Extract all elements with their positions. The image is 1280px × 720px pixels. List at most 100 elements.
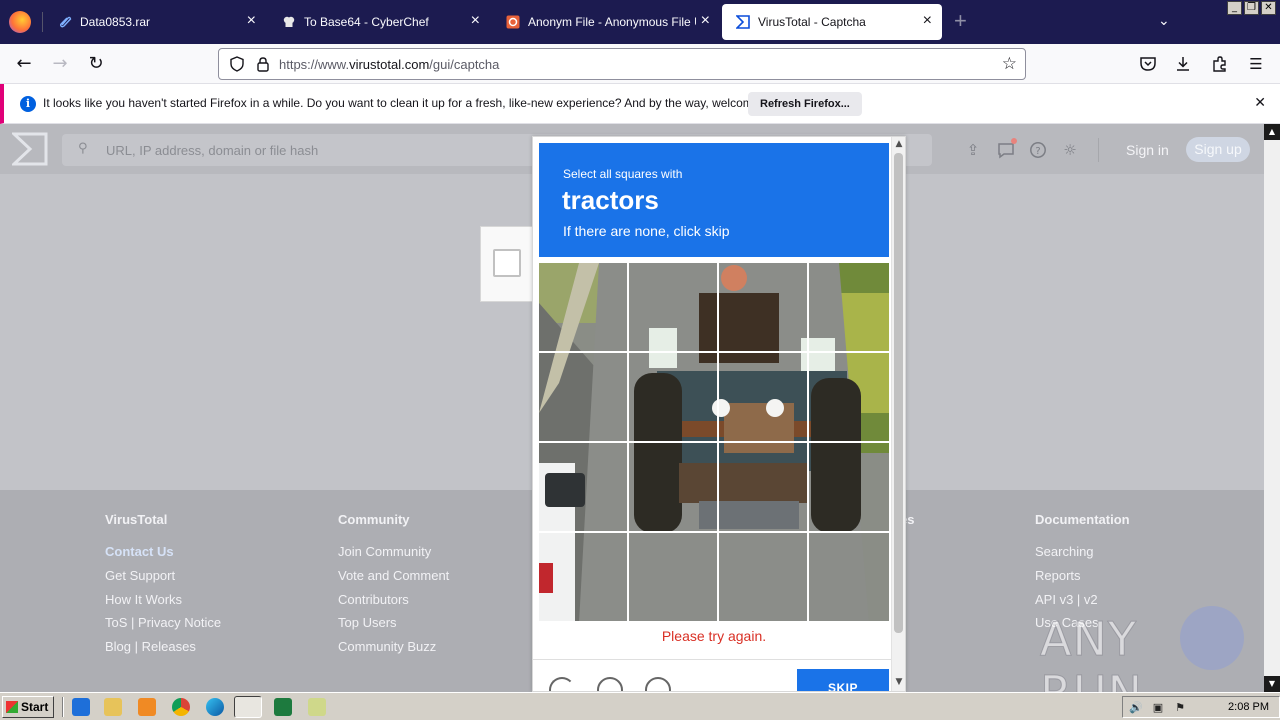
address-bar[interactable]: https://www.virustotal.com/gui/captcha ☆ xyxy=(218,48,1026,80)
captcha-scroll-up-icon[interactable]: ▲ xyxy=(893,139,905,149)
firefox-taskbar-icon[interactable] xyxy=(234,696,262,718)
captcha-prompt: Select all squares with xyxy=(563,167,683,181)
lock-icon[interactable] xyxy=(255,56,271,72)
footer-link-get-support[interactable]: Get Support xyxy=(105,568,175,583)
header-divider xyxy=(1098,138,1099,162)
volume-icon[interactable]: 🔊 xyxy=(1129,701,1143,714)
windows-taskbar: Start 🔊 ▣ ⚑ 2:08 PM xyxy=(0,692,1280,720)
tab-cyberchef[interactable]: To Base64 - CyberChef × xyxy=(268,4,490,40)
downloads-icon[interactable] xyxy=(1174,55,1192,73)
captcha-tile-r3-c4[interactable] xyxy=(809,443,889,533)
footer-link-blog-releases[interactable]: Blog | Releases xyxy=(105,639,196,654)
tab-virustotal-captcha[interactable]: VirusTotal - Captcha × xyxy=(722,4,942,40)
tab-label: Data0853.rar xyxy=(80,15,151,29)
info-help-icon[interactable] xyxy=(645,677,671,691)
reload-icon[interactable]: ↻ xyxy=(84,52,108,76)
close-tab-icon[interactable]: × xyxy=(471,13,480,29)
captcha-tile-r3-c3[interactable] xyxy=(719,443,809,533)
captcha-tile-r2-c1[interactable] xyxy=(539,353,629,443)
sign-in-link[interactable]: Sign in xyxy=(1126,142,1169,158)
footer-link-vote-comment[interactable]: Vote and Comment xyxy=(338,568,449,583)
captcha-tile-r3-c1[interactable] xyxy=(539,443,629,533)
footer-link-api[interactable]: API v3 | v2 xyxy=(1035,592,1098,607)
captcha-tile-r1-c3[interactable] xyxy=(719,263,809,353)
taskbar-clock: 2:08 PM xyxy=(1228,701,1269,713)
list-all-tabs-chevron-icon[interactable]: ⌄ xyxy=(1158,12,1170,29)
hamburger-menu-icon[interactable]: ☰ xyxy=(1247,55,1265,73)
captcha-tile-r1-c1[interactable] xyxy=(539,263,629,353)
tracking-shield-icon[interactable] xyxy=(229,56,245,72)
edge-icon[interactable] xyxy=(206,698,224,716)
chrome-icon[interactable] xyxy=(172,698,190,716)
minimize-icon[interactable]: _ xyxy=(1227,1,1242,15)
folder-icon[interactable] xyxy=(104,698,122,716)
page-scrollbar[interactable]: ▲ ▼ xyxy=(1264,124,1280,692)
forward-arrow-icon[interactable]: → xyxy=(48,52,72,76)
info-icon: i xyxy=(20,96,36,112)
reload-challenge-icon[interactable] xyxy=(549,677,575,691)
captcha-tile-r4-c2[interactable] xyxy=(629,533,719,621)
captcha-tile-r4-c4[interactable] xyxy=(809,533,889,621)
close-notification-icon[interactable]: ✕ xyxy=(1254,95,1266,111)
grid-line-horizontal xyxy=(539,441,889,443)
close-tab-icon[interactable]: × xyxy=(701,13,710,29)
footer-link-contact-us[interactable]: Contact Us xyxy=(105,544,174,559)
captcha-tile-r4-c3[interactable] xyxy=(719,533,809,621)
scroll-down-arrow-icon[interactable]: ▼ xyxy=(1264,676,1280,692)
captcha-challenge: Select all squares with tractors If ther… xyxy=(532,136,906,692)
media-player-icon[interactable] xyxy=(138,698,156,716)
back-arrow-icon[interactable]: ← xyxy=(12,52,36,76)
network-icon[interactable]: ▣ xyxy=(1151,701,1165,714)
notepad-icon[interactable] xyxy=(308,698,326,716)
internet-explorer-icon[interactable] xyxy=(72,698,90,716)
captcha-tile-r1-c4[interactable] xyxy=(809,263,889,353)
tab-label: To Base64 - CyberChef xyxy=(304,15,429,29)
close-tab-icon[interactable]: × xyxy=(247,13,256,29)
captcha-checkbox[interactable] xyxy=(493,249,521,277)
footer-link-reports[interactable]: Reports xyxy=(1035,568,1081,583)
anonym-file-icon xyxy=(506,15,520,29)
refresh-firefox-button[interactable]: Refresh Firefox... xyxy=(748,92,862,116)
footer-link-contributors[interactable]: Contributors xyxy=(338,592,409,607)
close-window-icon[interactable]: ✕ xyxy=(1261,1,1276,15)
theme-sun-icon[interactable]: ☼ xyxy=(1061,141,1079,159)
system-tray: 🔊 ▣ ⚑ 2:08 PM xyxy=(1122,696,1280,718)
flag-icon[interactable]: ⚑ xyxy=(1173,701,1187,714)
captcha-tile-r3-c2[interactable] xyxy=(629,443,719,533)
captcha-tile-r1-c2[interactable] xyxy=(629,263,719,353)
restore-icon[interactable]: ❐ xyxy=(1244,1,1259,15)
excel-icon[interactable] xyxy=(274,698,292,716)
footer-link-join-community[interactable]: Join Community xyxy=(338,544,431,559)
captcha-scroll-down-icon[interactable]: ▼ xyxy=(893,677,905,687)
captcha-tile-r4-c1[interactable] xyxy=(539,533,629,621)
captcha-scroll-thumb[interactable] xyxy=(894,153,903,633)
tab-strip: Data0853.rar × To Base64 - CyberChef × A… xyxy=(0,0,1280,44)
virustotal-logo-icon[interactable] xyxy=(12,132,48,166)
skip-button[interactable]: SKIP xyxy=(797,669,889,691)
close-tab-icon[interactable]: × xyxy=(923,13,932,29)
bookmark-star-icon[interactable]: ☆ xyxy=(1002,54,1017,74)
headphones-audio-icon[interactable] xyxy=(597,677,623,691)
captcha-divider xyxy=(533,659,895,660)
footer-link-searching[interactable]: Searching xyxy=(1035,544,1094,559)
captcha-tile-r2-c4[interactable] xyxy=(809,353,889,443)
footer-link-how-it-works[interactable]: How It Works xyxy=(105,592,182,607)
footer-link-top-users[interactable]: Top Users xyxy=(338,615,397,630)
new-tab-button[interactable]: + xyxy=(954,10,967,32)
captcha-tile-r2-c3[interactable] xyxy=(719,353,809,443)
footer-link-tos-privacy[interactable]: ToS | Privacy Notice xyxy=(105,615,221,630)
extensions-puzzle-icon[interactable] xyxy=(1211,55,1229,73)
footer-link-community-buzz[interactable]: Community Buzz xyxy=(338,639,436,654)
help-icon[interactable]: ? xyxy=(1029,141,1047,159)
captcha-tile-r2-c2[interactable] xyxy=(629,353,719,443)
sign-up-button[interactable]: Sign up xyxy=(1186,137,1250,162)
scroll-up-arrow-icon[interactable]: ▲ xyxy=(1264,124,1280,140)
upload-icon[interactable]: ⇪ xyxy=(964,141,982,159)
firefox-logo-icon[interactable] xyxy=(9,11,31,33)
tab-data0853[interactable]: Data0853.rar × xyxy=(44,4,266,40)
captcha-error-message: Please try again. xyxy=(661,628,767,644)
captcha-scrollbar[interactable]: ▲ ▼ xyxy=(891,137,905,691)
start-button[interactable]: Start xyxy=(2,696,54,718)
tab-anonym-file[interactable]: Anonym File - Anonymous File Uplo × xyxy=(492,4,720,40)
pocket-icon[interactable] xyxy=(1139,55,1157,73)
